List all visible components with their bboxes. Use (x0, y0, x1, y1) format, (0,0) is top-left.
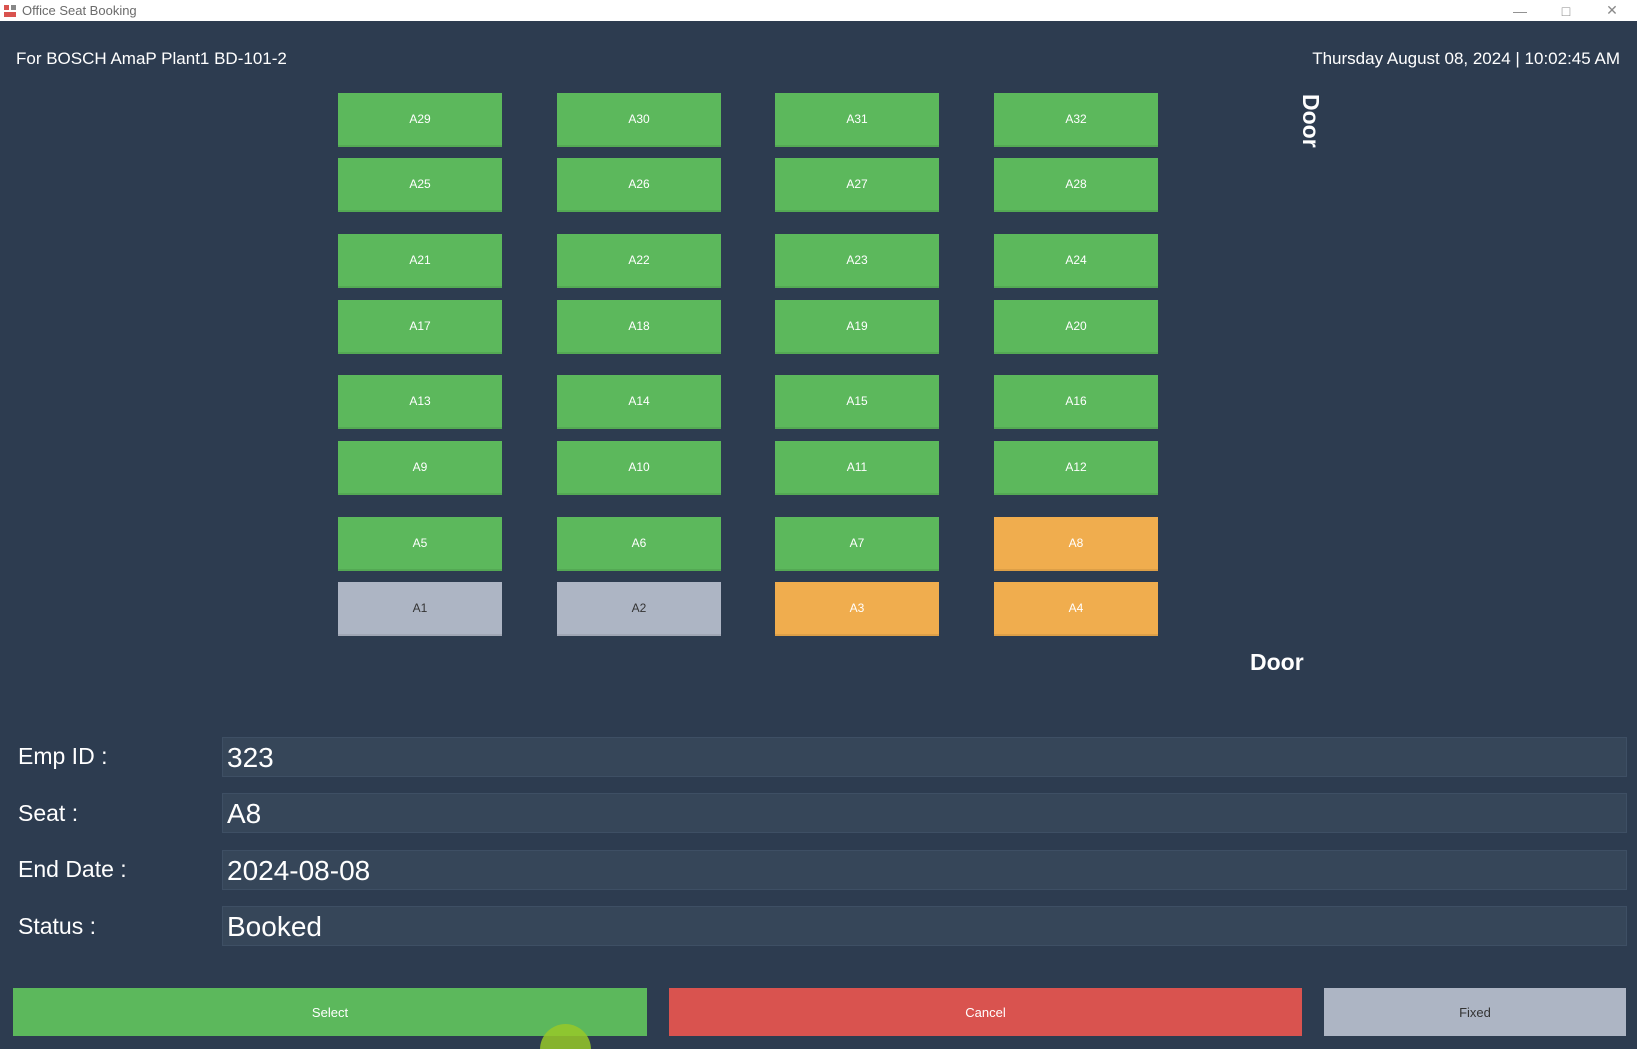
window-title: Office Seat Booking (22, 3, 137, 18)
seat-button-a20[interactable]: A20 (994, 300, 1158, 354)
seat-button-a11[interactable]: A11 (775, 441, 939, 495)
app-icon (3, 4, 17, 18)
seat-button-a24[interactable]: A24 (994, 234, 1158, 288)
emp-id-field[interactable]: 323 (222, 737, 1627, 777)
seat-button-a13[interactable]: A13 (338, 375, 502, 429)
seat-button-a3[interactable]: A3 (775, 582, 939, 636)
end-date-label: End Date : (18, 856, 127, 882)
seat-button-a18[interactable]: A18 (557, 300, 721, 354)
seat-button-a19[interactable]: A19 (775, 300, 939, 354)
seat-button-a21[interactable]: A21 (338, 234, 502, 288)
seat-button-a15[interactable]: A15 (775, 375, 939, 429)
app-window: Office Seat Booking — □ ✕ For BOSCH AmaP… (0, 0, 1637, 1049)
seat-button-a17[interactable]: A17 (338, 300, 502, 354)
cancel-button[interactable]: Cancel (669, 988, 1302, 1036)
seat-button-a2[interactable]: A2 (557, 582, 721, 636)
seat-button-a30[interactable]: A30 (557, 93, 721, 147)
close-icon[interactable]: ✕ (1589, 0, 1635, 21)
seat-field[interactable]: A8 (222, 793, 1627, 833)
seat-button-a7[interactable]: A7 (775, 517, 939, 571)
maximize-icon[interactable]: □ (1543, 0, 1589, 21)
status-field[interactable]: Booked (222, 906, 1627, 946)
seat-button-a5[interactable]: A5 (338, 517, 502, 571)
seat-button-a31[interactable]: A31 (775, 93, 939, 147)
seat-button-a27[interactable]: A27 (775, 158, 939, 212)
door-label-right: Door (1298, 94, 1324, 148)
status-label: Status : (18, 913, 96, 939)
seat-button-a12[interactable]: A12 (994, 441, 1158, 495)
seat-button-a1[interactable]: A1 (338, 582, 502, 636)
emp-id-label: Emp ID : (18, 743, 108, 769)
seat-button-a25[interactable]: A25 (338, 158, 502, 212)
seat-button-a26[interactable]: A26 (557, 158, 721, 212)
datetime-label: Thursday August 08, 2024 | 10:02:45 AM (1312, 49, 1620, 68)
seat-button-a28[interactable]: A28 (994, 158, 1158, 212)
seat-button-a14[interactable]: A14 (557, 375, 721, 429)
seat-label: Seat : (18, 800, 79, 826)
seat-button-a29[interactable]: A29 (338, 93, 502, 147)
seat-button-a16[interactable]: A16 (994, 375, 1158, 429)
title-bar[interactable]: Office Seat Booking — □ ✕ (0, 0, 1637, 21)
seat-button-a10[interactable]: A10 (557, 441, 721, 495)
seat-button-a8[interactable]: A8 (994, 517, 1158, 571)
seat-button-a4[interactable]: A4 (994, 582, 1158, 636)
fixed-button[interactable]: Fixed (1324, 988, 1626, 1036)
minimize-icon[interactable]: — (1497, 0, 1543, 21)
seat-button-a32[interactable]: A32 (994, 93, 1158, 147)
door-label-bottom: Door (1250, 649, 1304, 675)
seat-button-a6[interactable]: A6 (557, 517, 721, 571)
end-date-field[interactable]: 2024-08-08 (222, 850, 1627, 890)
location-label: For BOSCH AmaP Plant1 BD-101-2 (16, 49, 287, 68)
seat-button-a22[interactable]: A22 (557, 234, 721, 288)
seat-button-a23[interactable]: A23 (775, 234, 939, 288)
seat-button-a9[interactable]: A9 (338, 441, 502, 495)
